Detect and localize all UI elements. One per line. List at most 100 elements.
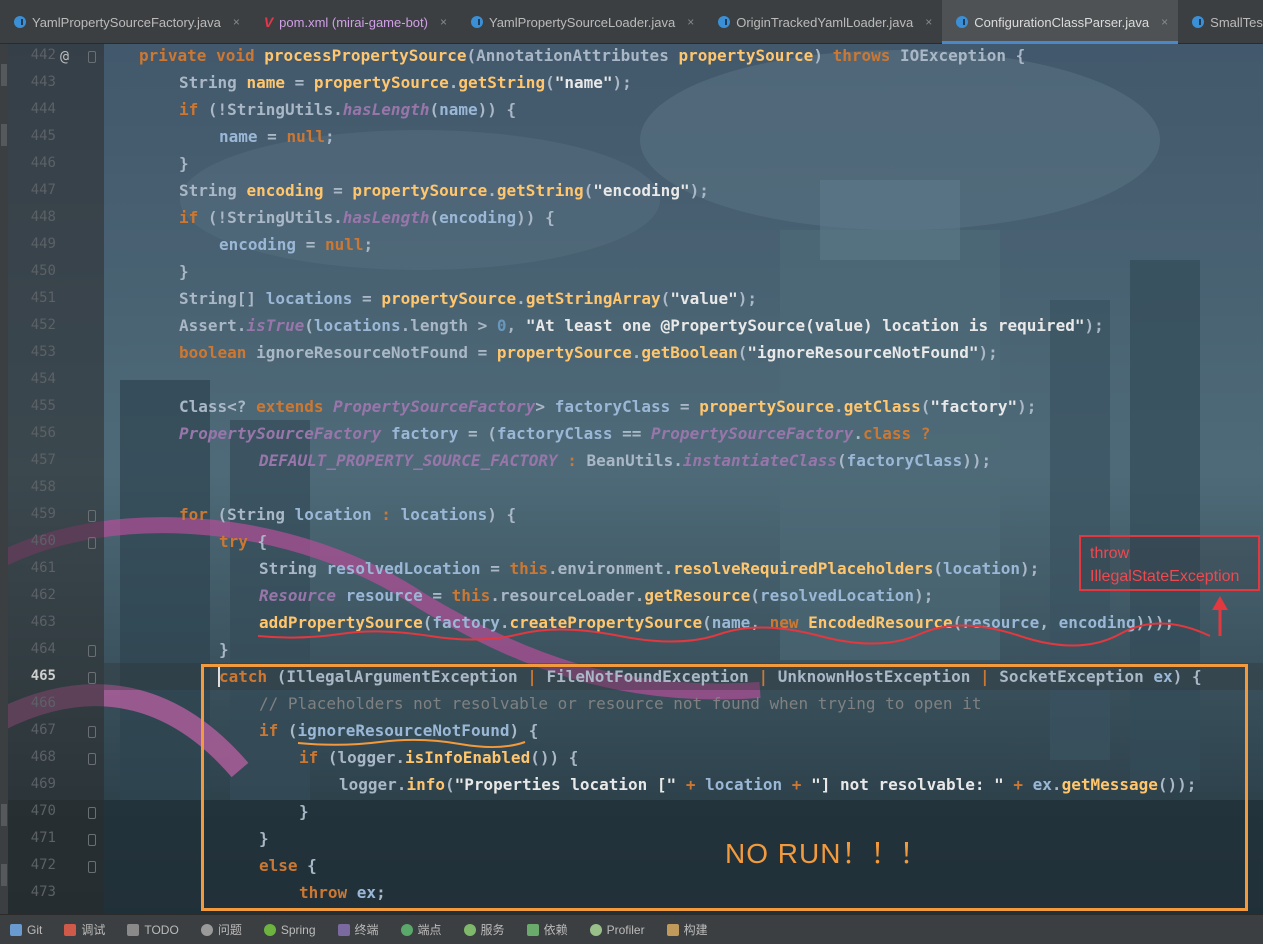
problems-icon (200, 923, 213, 936)
line-number: 458 (30, 479, 56, 495)
tool-label: 端点 (417, 923, 442, 937)
line-number: 446 (30, 155, 56, 171)
dependencies-icon (526, 923, 539, 936)
line-number: 471 (30, 830, 56, 846)
code-line: if (!StringUtils.hasLength(name)) { (179, 100, 517, 119)
build-icon (666, 923, 679, 936)
tool-label: 调试 (81, 923, 106, 937)
problems-tool-button[interactable]: 问题 (200, 921, 242, 938)
tab-origin-tracked-yaml-loader[interactable]: OriginTrackedYamlLoader.java × (704, 0, 942, 44)
code-line: PropertySourceFactory factory = (factory… (179, 424, 931, 443)
terminal-tool-button[interactable]: 终端 (337, 921, 379, 938)
line-number: 470 (30, 803, 56, 819)
terminal-icon (337, 923, 350, 936)
tab-label: pom.xml (mirai-game-bot) (279, 14, 428, 30)
code-line: DEFAULT_PROPERTY_SOURCE_FACTORY : BeanUt… (259, 451, 992, 470)
fold-icon[interactable] (88, 51, 96, 63)
line-number: 448 (30, 209, 56, 225)
services-icon (463, 923, 476, 936)
left-tool-strip (0, 44, 8, 914)
code-line: Assert.isTrue(locations.length > 0, "At … (179, 316, 1104, 335)
tool-label: 构建 (683, 923, 708, 937)
fold-icon[interactable] (88, 645, 96, 657)
git-tool-button[interactable]: Git (10, 923, 42, 937)
close-icon[interactable]: × (1161, 15, 1168, 29)
tab-label: YamlPropertySourceLoader.java (489, 14, 676, 30)
build-tool-button[interactable]: 构建 (666, 921, 708, 938)
endpoints-tool-button[interactable]: 端点 (400, 921, 442, 938)
spring-tool-button[interactable]: Spring (263, 922, 316, 937)
tool-label: Profiler (606, 922, 645, 937)
tool-label: 问题 (217, 923, 242, 937)
todo-icon (127, 923, 140, 936)
annotation-marker-icon[interactable]: @ (60, 47, 69, 65)
line-number: 454 (30, 371, 56, 387)
todo-tool-button[interactable]: TODO (127, 922, 179, 937)
fold-icon[interactable] (88, 726, 96, 738)
tab-configuration-class-parser[interactable]: ConfigurationClassParser.java × (942, 0, 1179, 44)
line-number: 464 (30, 641, 56, 657)
java-class-icon (471, 16, 483, 28)
tab-small-test[interactable]: SmallTest.java (1178, 0, 1263, 44)
close-icon[interactable]: × (925, 15, 932, 29)
dependencies-tool-button[interactable]: 依赖 (526, 921, 568, 938)
code-line: addPropertySource(factory.createProperty… (259, 613, 1175, 632)
fold-icon[interactable] (88, 753, 96, 765)
line-number: 463 (30, 614, 56, 630)
code-line: String resolvedLocation = this.environme… (259, 559, 1040, 578)
tool-window-bar: Git 调试 TODO 问题 Spring 终端 端点 服务 依赖 Profil… (0, 914, 1263, 944)
debug-tool-button[interactable]: 调试 (64, 921, 105, 938)
tool-label: Git (27, 922, 43, 937)
fold-icon[interactable] (88, 672, 96, 684)
tab-pom-xml[interactable]: V pom.xml (mirai-game-bot) × (250, 0, 457, 44)
tool-label: 服务 (480, 923, 505, 937)
services-tool-button[interactable]: 服务 (463, 921, 505, 938)
line-number: 449 (30, 236, 56, 252)
code-line: Resource resource = this.resourceLoader.… (259, 586, 934, 605)
code-line: String[] locations = propertySource.getS… (179, 289, 758, 308)
line-number: 468 (30, 749, 56, 765)
close-icon[interactable]: × (440, 15, 447, 29)
spring-icon (263, 923, 276, 936)
editor-tab-bar: YamlPropertySourceFactory.java × V pom.x… (0, 0, 1263, 44)
line-number: 460 (30, 533, 56, 549)
tool-window-button[interactable] (1, 804, 7, 826)
tool-window-button[interactable] (1, 864, 7, 886)
profiler-tool-button[interactable]: Profiler (589, 922, 645, 937)
tool-label: TODO (144, 922, 179, 937)
code-line: } (179, 262, 189, 281)
git-icon (10, 923, 22, 936)
debug-icon (64, 923, 77, 936)
code-line: } (179, 154, 189, 173)
fold-icon[interactable] (88, 510, 96, 522)
tool-label: Spring (280, 922, 316, 937)
fold-icon[interactable] (88, 861, 96, 873)
fold-icon[interactable] (88, 834, 96, 846)
line-number: 473 (30, 884, 56, 900)
editor-gutter: @ 442 443 444 445 446 447 448 449 450 45… (8, 44, 104, 914)
java-class-icon (718, 16, 731, 28)
line-number: 455 (30, 398, 56, 414)
code-line: boolean ignoreResourceNotFound = propert… (179, 343, 998, 362)
code-line: Class<? extends PropertySourceFactory> f… (179, 397, 1037, 416)
tab-yaml-property-source-loader[interactable]: YamlPropertySourceLoader.java × (457, 0, 704, 44)
close-icon[interactable]: × (233, 15, 240, 29)
current-line-number: 465 (30, 668, 56, 684)
line-number: 461 (30, 560, 56, 576)
tool-window-button[interactable] (1, 64, 7, 86)
line-number: 472 (30, 857, 56, 873)
tool-label: 依赖 (543, 923, 568, 937)
code-line: String name = propertySource.getString("… (179, 73, 632, 92)
close-icon[interactable]: × (687, 15, 694, 29)
fold-icon[interactable] (88, 537, 96, 549)
fold-icon[interactable] (88, 807, 96, 819)
tab-yaml-property-source-factory[interactable]: YamlPropertySourceFactory.java × (0, 0, 250, 44)
tab-label: YamlPropertySourceFactory.java (32, 14, 221, 30)
tool-window-button[interactable] (1, 124, 7, 146)
line-number: 447 (30, 182, 56, 198)
code-line: encoding = null; (219, 235, 374, 254)
line-number: 444 (30, 101, 56, 117)
line-number: 442 (30, 47, 56, 63)
code-line: String encoding = propertySource.getStri… (179, 181, 709, 200)
no-run-note: NO RUN！！！ (725, 838, 929, 869)
